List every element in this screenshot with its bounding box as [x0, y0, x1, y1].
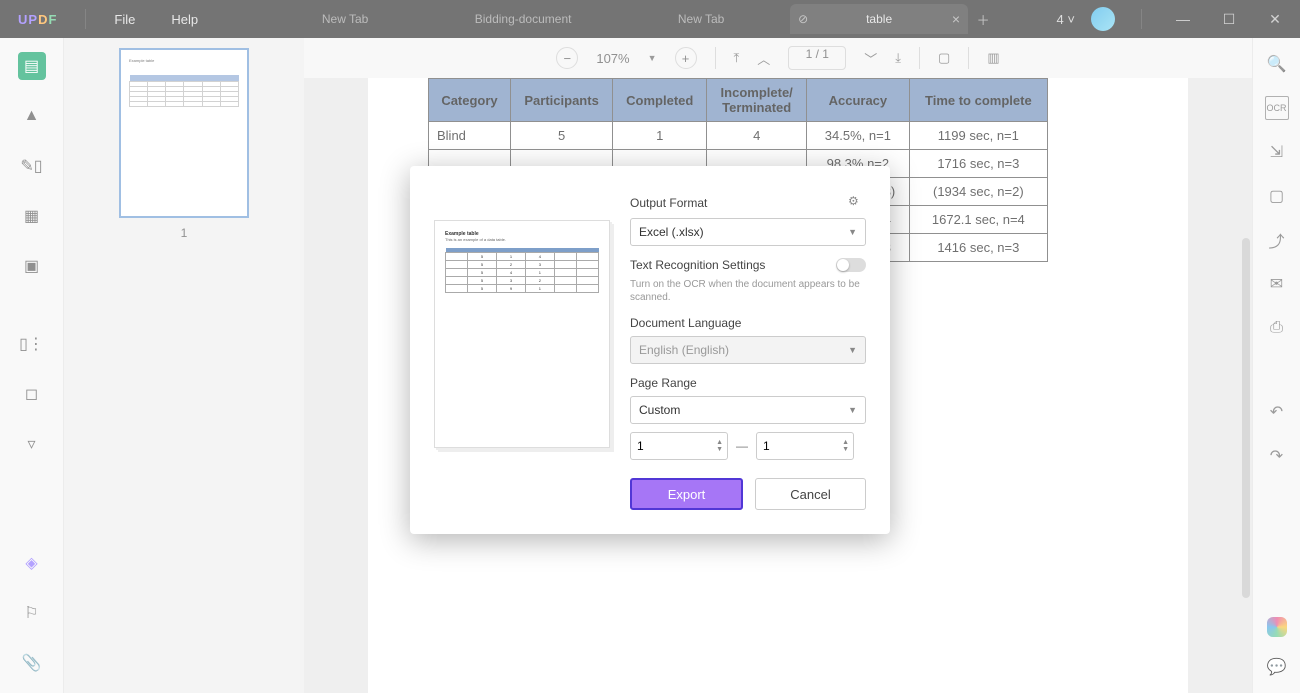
page-range-from-input[interactable]: ▲▼: [630, 432, 728, 460]
output-format-label: Output Format: [630, 196, 707, 210]
export-button[interactable]: Export: [630, 478, 743, 510]
range-dash: —: [736, 439, 748, 453]
output-format-dropdown[interactable]: Excel (.xlsx)▼: [630, 218, 866, 246]
page-range-label: Page Range: [630, 376, 697, 390]
step-up-icon[interactable]: ▲: [842, 439, 849, 446]
document-language-dropdown: English (English)▼: [630, 336, 866, 364]
step-down-icon[interactable]: ▼: [842, 446, 849, 453]
gear-icon[interactable]: ⚙: [848, 194, 866, 212]
step-up-icon[interactable]: ▲: [716, 439, 723, 446]
text-recognition-label: Text Recognition Settings: [630, 258, 765, 272]
page-range-dropdown[interactable]: Custom▼: [630, 396, 866, 424]
page-range-to-input[interactable]: ▲▼: [756, 432, 854, 460]
text-recognition-hint: Turn on the OCR when the document appear…: [630, 278, 866, 304]
dialog-page-preview: Example table This is an example of a da…: [434, 220, 610, 448]
caret-down-icon: ▼: [848, 227, 857, 237]
text-recognition-toggle[interactable]: [836, 258, 866, 272]
cancel-button[interactable]: Cancel: [755, 478, 866, 510]
export-dialog: Example table This is an example of a da…: [410, 166, 890, 534]
document-language-label: Document Language: [630, 316, 741, 330]
caret-down-icon: ▼: [848, 405, 857, 415]
step-down-icon[interactable]: ▼: [716, 446, 723, 453]
caret-down-icon: ▼: [848, 345, 857, 355]
